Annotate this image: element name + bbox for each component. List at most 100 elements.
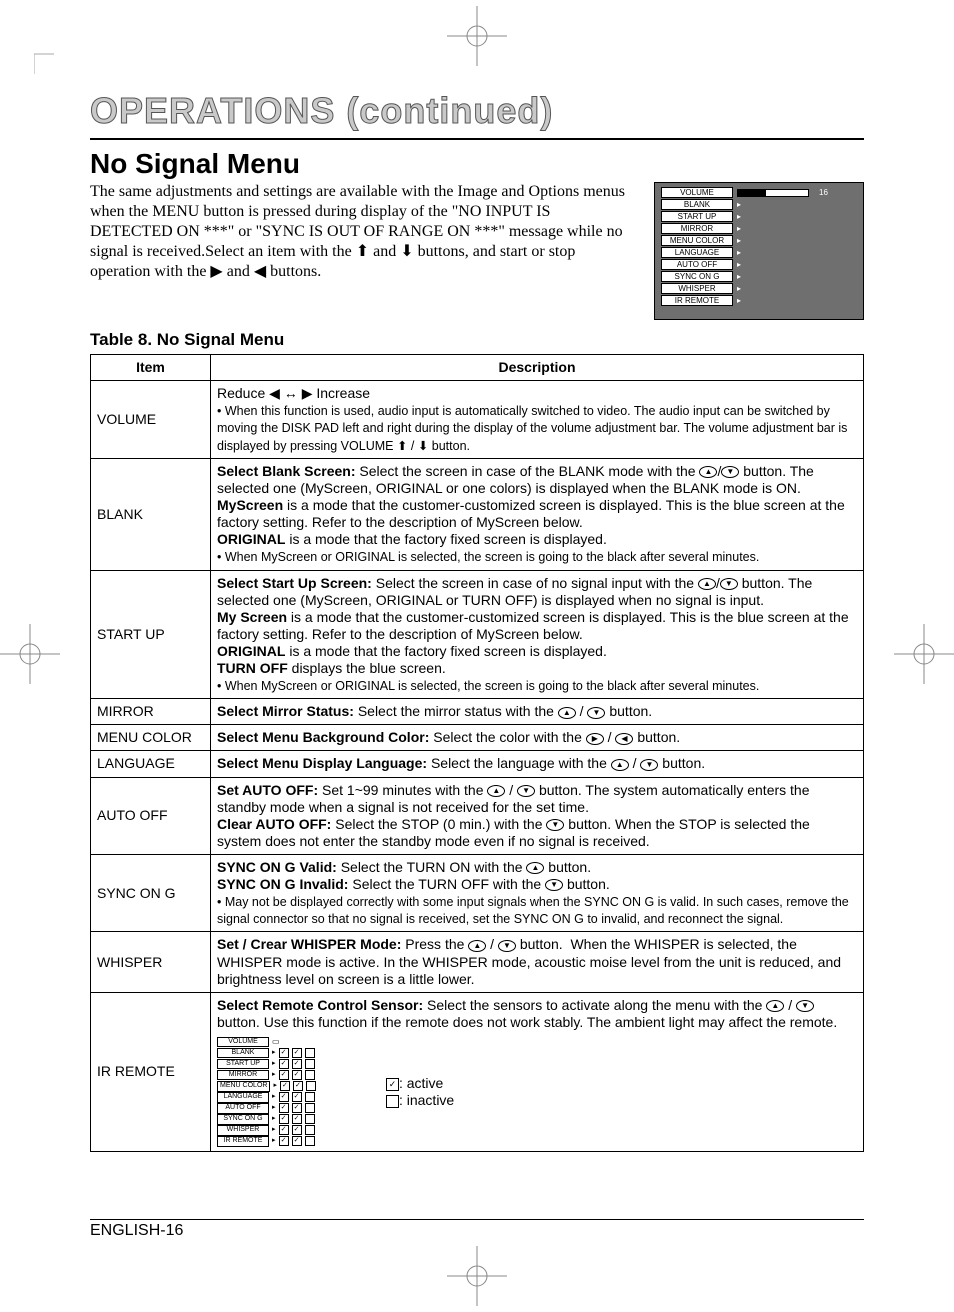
- osd-item-label: AUTO OFF: [661, 259, 733, 270]
- checkbox-icon: [305, 1070, 315, 1080]
- osd-volume-value: 16: [819, 188, 828, 197]
- table-row: VOLUMEReduce ◀ ↔ ▶ Increase• When this f…: [91, 381, 864, 459]
- item-cell: VOLUME: [91, 381, 211, 459]
- table-row: MIRRORSelect Mirror Status: Select the m…: [91, 699, 864, 725]
- triangle-right-icon: ▸: [737, 212, 741, 221]
- osd-item-label: SYNC ON G: [217, 1114, 269, 1125]
- osd-item-label: LANGUAGE: [661, 247, 733, 258]
- triangle-right-icon: ▸: [272, 1060, 276, 1069]
- triangle-right-icon: ▸: [272, 1115, 276, 1124]
- osd-item-label: START UP: [661, 211, 733, 222]
- osd-item-label: MENU COLOR: [661, 235, 733, 246]
- checkbox-icon: ✓: [280, 1081, 290, 1091]
- checkbox-icon: ✓: [292, 1059, 302, 1069]
- checkbox-icon: [305, 1092, 315, 1102]
- triangle-right-icon: ▸: [737, 296, 741, 305]
- col-head-desc: Description: [211, 355, 864, 381]
- checkbox-icon: ✓: [292, 1136, 302, 1146]
- description-cell: Select Blank Screen: Select the screen i…: [211, 458, 864, 570]
- item-cell: MIRROR: [91, 699, 211, 725]
- description-cell: Reduce ◀ ↔ ▶ Increase• When this functio…: [211, 381, 864, 459]
- osd-item-label: IR REMOTE: [661, 295, 733, 306]
- section-heading: No Signal Menu: [90, 148, 864, 180]
- item-cell: SYNC ON G: [91, 854, 211, 932]
- description-cell: Select Mirror Status: Select the mirror …: [211, 699, 864, 725]
- table-row: BLANKSelect Blank Screen: Select the scr…: [91, 458, 864, 570]
- triangle-right-icon: ▸: [737, 272, 741, 281]
- triangle-right-icon: ▸: [737, 224, 741, 233]
- osd-item-label: MENU COLOR: [217, 1081, 270, 1092]
- checkbox-icon: ✓: [279, 1092, 289, 1102]
- checkbox-icon: ✓: [292, 1070, 302, 1080]
- checkbox-icon: ✓: [293, 1081, 303, 1091]
- intro-paragraph: The same adjustments and settings are av…: [90, 182, 636, 282]
- item-cell: START UP: [91, 570, 211, 699]
- item-cell: WHISPER: [91, 932, 211, 992]
- col-head-item: Item: [91, 355, 211, 381]
- osd-item-label: MIRROR: [217, 1070, 269, 1081]
- projector-icon: ▭: [272, 1037, 280, 1047]
- no-signal-menu-table: Item Description VOLUMEReduce ◀ ↔ ▶ Incr…: [90, 354, 864, 1152]
- crop-mark: [34, 34, 74, 74]
- register-mark-bottom: [447, 1246, 507, 1306]
- item-cell: BLANK: [91, 458, 211, 570]
- osd-item-label: START UP: [217, 1059, 269, 1070]
- checkbox-icon: [305, 1114, 315, 1124]
- checkbox-icon: [305, 1059, 315, 1069]
- item-cell: IR REMOTE: [91, 992, 211, 1151]
- checkbox-icon: ✓: [279, 1070, 289, 1080]
- triangle-right-icon: ▸: [737, 236, 741, 245]
- osd-item-label: AUTO OFF: [217, 1103, 269, 1114]
- triangle-right-icon: ▸: [272, 1104, 276, 1113]
- triangle-right-icon: ▸: [272, 1126, 276, 1135]
- triangle-right-icon: ▸: [272, 1049, 276, 1058]
- description-cell: Set AUTO OFF: Set 1~99 minutes with the …: [211, 777, 864, 854]
- osd-menu-preview: VOLUME16 BLANK▸ START UP▸ MIRROR▸ MENU C…: [654, 182, 864, 320]
- checkbox-checked-icon: ✓: [386, 1078, 399, 1091]
- description-cell: Select Start Up Screen: Select the scree…: [211, 570, 864, 699]
- osd-item-label: SYNC ON G: [661, 271, 733, 282]
- page-footer: ENGLISH-16: [90, 1219, 864, 1240]
- register-mark-right: [894, 624, 954, 684]
- osd-item-label: BLANK: [661, 199, 733, 210]
- triangle-right-icon: ▸: [737, 248, 741, 257]
- table-row: START UPSelect Start Up Screen: Select t…: [91, 570, 864, 699]
- checkbox-empty-icon: [386, 1095, 399, 1108]
- table-row: MENU COLORSelect Menu Background Color: …: [91, 725, 864, 751]
- osd-item-label: VOLUME: [217, 1037, 269, 1048]
- table-row: IR REMOTESelect Remote Control Sensor: S…: [91, 992, 864, 1151]
- checkbox-icon: [306, 1081, 316, 1091]
- item-cell: AUTO OFF: [91, 777, 211, 854]
- description-cell: Select Menu Background Color: Select the…: [211, 725, 864, 751]
- checkbox-icon: [305, 1103, 315, 1113]
- register-mark-left: [0, 624, 60, 684]
- triangle-right-icon: ▸: [272, 1093, 276, 1102]
- table-row: SYNC ON GSYNC ON G Valid: Select the TUR…: [91, 854, 864, 932]
- checkbox-icon: ✓: [292, 1103, 302, 1113]
- item-cell: LANGUAGE: [91, 751, 211, 777]
- table-row: AUTO OFFSet AUTO OFF: Set 1~99 minutes w…: [91, 777, 864, 854]
- osd-item-label: MIRROR: [661, 223, 733, 234]
- page: OPERATIONS (continued) No Signal Menu Th…: [0, 0, 954, 1312]
- checkbox-icon: ✓: [292, 1048, 302, 1058]
- description-cell: Select Menu Display Language: Select the…: [211, 751, 864, 777]
- page-title: OPERATIONS (continued): [90, 90, 864, 132]
- checkbox-icon: [305, 1136, 315, 1146]
- table-row: LANGUAGESelect Menu Display Language: Se…: [91, 751, 864, 777]
- osd-volume-bar: [737, 189, 809, 197]
- checkbox-icon: [305, 1125, 315, 1135]
- item-cell: MENU COLOR: [91, 725, 211, 751]
- triangle-right-icon: ▸: [272, 1137, 276, 1146]
- checkbox-icon: ✓: [279, 1125, 289, 1135]
- checkbox-icon: ✓: [279, 1136, 289, 1146]
- triangle-right-icon: ▸: [737, 200, 741, 209]
- osd-item-label: IR REMOTE: [217, 1136, 269, 1147]
- checkbox-icon: ✓: [279, 1114, 289, 1124]
- description-cell: Select Remote Control Sensor: Select the…: [211, 992, 864, 1151]
- checkbox-icon: ✓: [279, 1103, 289, 1113]
- osd-item-label: BLANK: [217, 1048, 269, 1059]
- table-caption: Table 8. No Signal Menu: [90, 330, 864, 350]
- checkbox-icon: ✓: [292, 1092, 302, 1102]
- triangle-right-icon: ▸: [737, 284, 741, 293]
- legend-inactive: : inactive: [399, 1092, 454, 1108]
